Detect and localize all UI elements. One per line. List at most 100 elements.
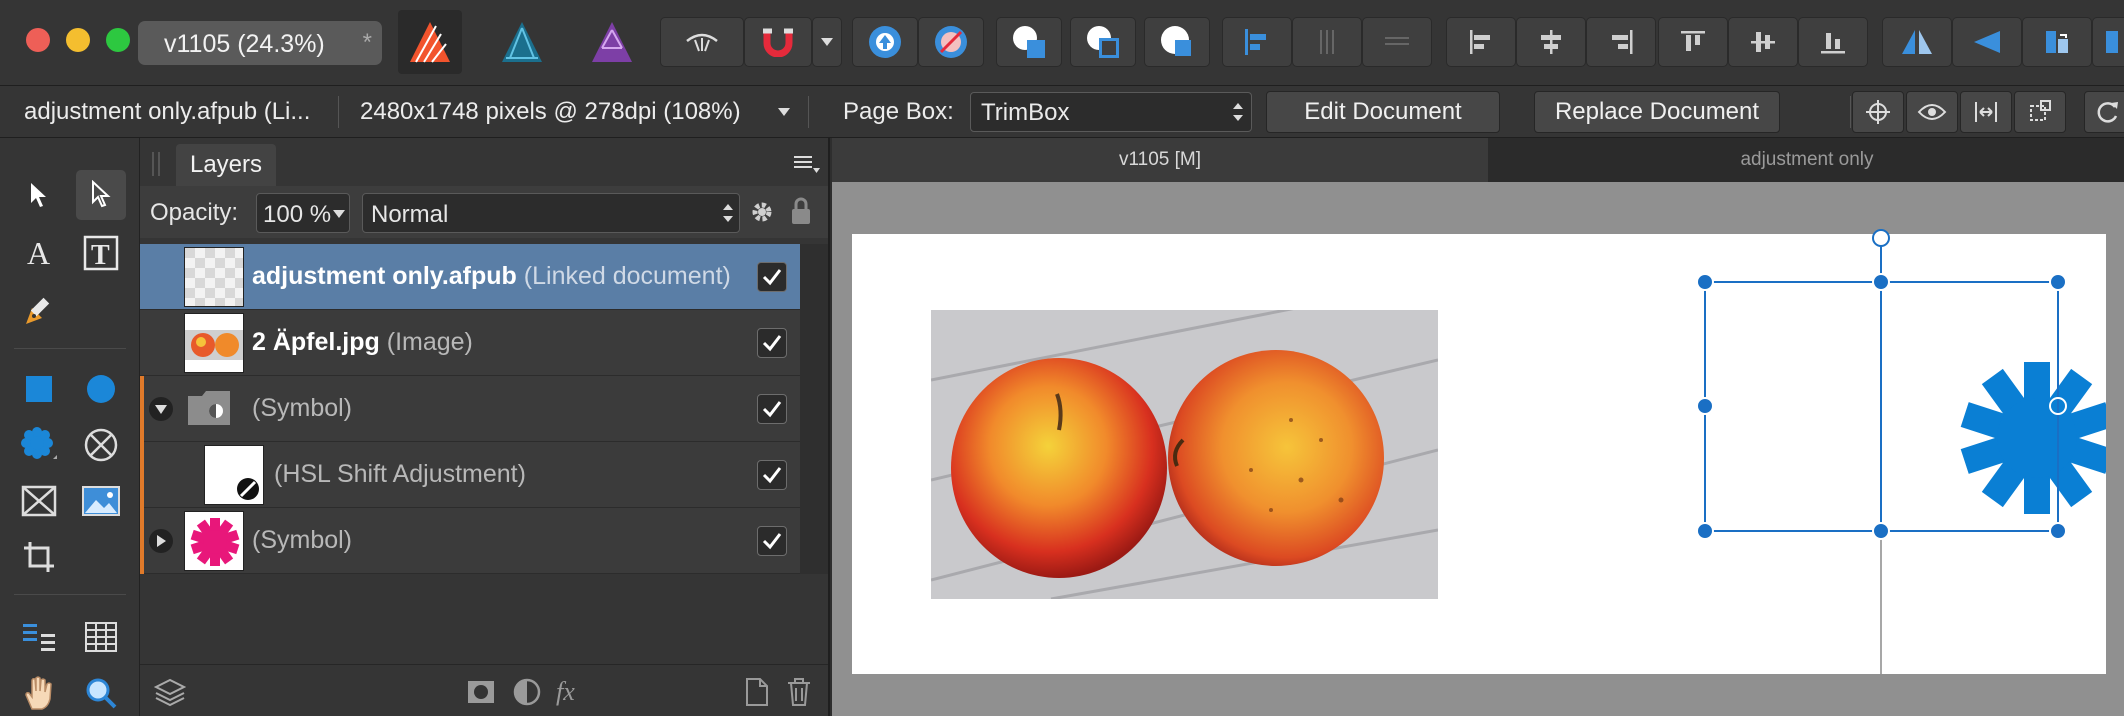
snapping-options-dropdown[interactable] [812,17,842,67]
delete-layer-button[interactable] [786,677,816,707]
expand-toggle[interactable] [149,529,173,553]
boolean-add-button[interactable] [996,17,1062,67]
frame-text-tool[interactable]: T [76,228,126,278]
ellipse-tool[interactable] [76,364,126,414]
artistic-text-tool[interactable]: A [14,228,64,278]
distribute-horizontal-button[interactable] [1292,17,1362,67]
ellipse-frame-tool[interactable] [76,420,126,470]
align-top-button[interactable] [1658,17,1728,67]
divider [808,96,809,128]
layer-name-text: adjustment only.afpub [252,262,517,290]
rotate-button[interactable] [2022,17,2092,67]
layer-row-image[interactable]: 2 Äpfel.jpg (Image) [140,310,800,376]
layer-visibility-checkbox[interactable] [757,262,787,292]
apples-photo[interactable] [931,310,1438,599]
layer-visibility-checkbox[interactable] [757,460,787,490]
designer-persona-button[interactable] [490,10,554,74]
align-left-edges-button[interactable] [1446,17,1516,67]
add-mask-button[interactable] [466,677,496,707]
flip-horizontal-button[interactable] [1882,17,1952,67]
symbol-indicator [140,442,144,508]
document-dimensions[interactable]: 2480x1748 pixels @ 278dpi (108%) [360,98,741,126]
crop-tool[interactable] [14,532,64,582]
refresh-button[interactable] [2084,91,2124,133]
snapping-button[interactable] [744,17,812,67]
layer-visibility-checkbox[interactable] [757,394,787,424]
eye-icon [686,33,718,52]
trash-icon [788,678,810,706]
edit-document-button[interactable]: Edit Document [1266,91,1500,133]
layers-scrollbar[interactable] [800,244,828,574]
zoom-window-button[interactable] [106,28,130,52]
place-image-tool[interactable] [76,476,126,526]
layer-visibility-checkbox[interactable] [757,526,787,556]
layer-stack-button[interactable] [154,677,186,707]
layer-row-symbol-expanded[interactable]: (Symbol) [140,376,800,442]
rectangle-frame-tool[interactable] [14,476,64,526]
move-tool[interactable] [14,170,64,220]
node-tool[interactable] [76,170,126,220]
move-forward-button[interactable] [852,17,918,67]
document-tab-inactive[interactable]: adjustment only [1490,138,2124,182]
align-center-button[interactable] [1516,17,1586,67]
photo-persona-button[interactable] [580,10,644,74]
selection-overlay[interactable] [1420,220,2106,674]
lock-icon[interactable] [790,196,812,226]
flip-horizontal-icon [1902,30,1932,54]
expand-toggle[interactable] [149,397,173,421]
layer-visibility-checkbox[interactable] [757,328,787,358]
align-middle-button[interactable] [1728,17,1798,67]
rectangle-tool[interactable] [14,364,64,414]
pen-tool[interactable] [14,286,64,336]
blend-mode-select[interactable]: Normal [362,193,740,233]
crosshair-button[interactable] [1852,91,1904,133]
blend-mode-value: Normal [371,201,449,228]
zoom-tool[interactable] [76,668,126,716]
chevron-down-icon[interactable] [778,108,790,116]
fit-button[interactable] [1960,91,2012,133]
add-layer-button[interactable] [744,677,774,707]
document-tab[interactable]: v1105 (24.3%) * [138,21,382,65]
document-page[interactable] [852,229,2106,674]
view-mode-button[interactable] [660,17,744,67]
add-adjustment-button[interactable] [512,677,542,707]
gear-icon[interactable] [748,198,776,226]
view-tool[interactable] [14,668,64,716]
align-right-button[interactable] [1586,17,1656,67]
table-of-contents-tool[interactable] [14,612,64,662]
transparency-checker [185,248,243,306]
layer-thumbnail [204,445,264,505]
align-left-button[interactable] [1222,17,1292,67]
flip-vertical-button[interactable] [1952,17,2022,67]
distribute-vertical-button[interactable] [1362,17,1432,67]
unsaved-indicator[interactable]: * [363,29,372,57]
boolean-intersect-button[interactable] [1144,17,1210,67]
canvas-area[interactable] [832,182,2124,716]
panel-grip[interactable] [152,152,160,176]
shape-tool[interactable] [14,420,64,470]
minimize-window-button[interactable] [66,28,90,52]
replace-document-button[interactable]: Replace Document [1534,91,1780,133]
more-toolbar-button[interactable] [2092,17,2124,67]
close-window-button[interactable] [26,28,50,52]
publisher-persona-button[interactable] [398,10,462,74]
opacity-field[interactable]: 100 % [256,193,350,233]
layers-stack-icon [154,678,186,707]
panel-menu-icon[interactable] [794,154,820,174]
transform-button[interactable] [2014,91,2066,133]
page-box-label: Page Box: [843,98,954,125]
ellipse-frame-icon [84,428,118,462]
align-bottom-button[interactable] [1798,17,1868,67]
add-fx-button[interactable]: fx [554,677,590,707]
insert-inside-button[interactable] [918,17,984,67]
layer-row-linked-document[interactable]: adjustment only.afpub (Linked document) [140,244,800,310]
folder-icon [188,391,230,425]
layer-row-hsl-adjustment[interactable]: (HSL Shift Adjustment) [140,442,800,508]
page-box-select[interactable]: TrimBox [970,92,1252,132]
document-tab-active[interactable]: v1105 [M] [832,138,1488,182]
table-tool[interactable] [76,612,126,662]
layers-tab[interactable]: Layers [176,144,276,186]
preview-button[interactable] [1906,91,1958,133]
layer-row-symbol-collapsed[interactable]: (Symbol) [140,508,800,574]
boolean-subtract-button[interactable] [1070,17,1136,67]
